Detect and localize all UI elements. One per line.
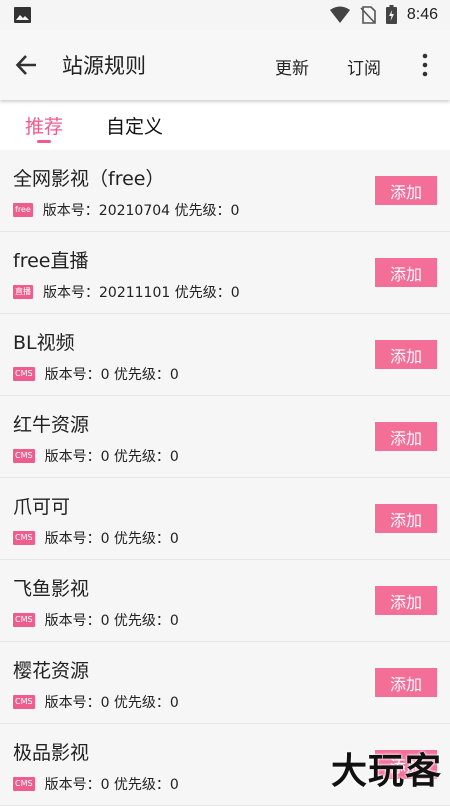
app-bar: 站源规则 更新 订阅	[0, 30, 450, 100]
source-type-badge: CMS	[13, 777, 35, 791]
source-name: 飞鱼影视	[13, 578, 90, 600]
source-name: 爪可可	[13, 496, 71, 518]
watermark-logo: 大玩客	[330, 751, 442, 792]
source-type-badge: CMS	[13, 449, 35, 463]
source-name: 樱花资源	[13, 660, 90, 682]
update-button[interactable]: 更新	[275, 54, 309, 79]
list-item[interactable]: BL视频 CMS 版本号：0 优先级：0 添加	[0, 314, 450, 396]
source-name: free直播	[13, 250, 89, 272]
tab-indicator	[37, 140, 51, 143]
add-button[interactable]: 添加	[375, 422, 437, 451]
source-meta: 版本号：0 优先级：0	[44, 367, 179, 383]
add-button[interactable]: 添加	[375, 586, 437, 615]
status-bar: 8:46	[0, 0, 450, 30]
source-meta: 版本号：20210704 优先级：0	[42, 203, 240, 219]
tab-bar: 推荐 自定义	[0, 100, 450, 150]
source-name: 全网影视（free）	[13, 168, 165, 190]
source-name: 红牛资源	[13, 414, 90, 436]
list-item[interactable]: 全网影视（free） free 版本号：20210704 优先级：0 添加	[0, 150, 450, 232]
source-meta: 版本号：20211101 优先级：0	[43, 285, 240, 301]
no-sim-icon	[360, 5, 376, 24]
source-type-badge: free	[13, 203, 33, 217]
add-button[interactable]: 添加	[375, 340, 437, 369]
source-meta: 版本号：0 优先级：0	[44, 695, 179, 711]
add-button[interactable]: 添加	[375, 258, 437, 287]
source-meta: 版本号：0 优先级：0	[44, 777, 179, 793]
more-options-icon[interactable]	[418, 52, 432, 78]
source-type-badge: CMS	[13, 367, 35, 381]
subscribe-button[interactable]: 订阅	[347, 54, 381, 79]
wifi-icon	[329, 6, 350, 23]
source-type-badge: CMS	[13, 531, 35, 545]
status-time: 8:46	[406, 5, 438, 23]
source-type-badge: 直播	[13, 285, 33, 299]
add-button[interactable]: 添加	[375, 668, 437, 697]
image-icon	[14, 7, 31, 23]
source-name: BL视频	[13, 332, 75, 354]
page-title: 站源规则	[62, 54, 146, 78]
source-name: 极品影视	[13, 742, 90, 764]
list-item[interactable]: 飞鱼影视 CMS 版本号：0 优先级：0 添加	[0, 560, 450, 642]
add-button[interactable]: 添加	[375, 176, 437, 205]
list-item[interactable]: 爪可可 CMS 版本号：0 优先级：0 添加	[0, 478, 450, 560]
source-meta: 版本号：0 优先级：0	[44, 531, 179, 547]
source-meta: 版本号：0 优先级：0	[44, 449, 179, 465]
battery-charging-icon	[385, 5, 397, 24]
list-item[interactable]: free直播 直播 版本号：20211101 优先级：0 添加	[0, 232, 450, 314]
tab-custom[interactable]: 自定义	[106, 112, 163, 139]
source-type-badge: CMS	[13, 613, 35, 627]
list-item[interactable]: 樱花资源 CMS 版本号：0 优先级：0 添加	[0, 642, 450, 724]
source-list: 全网影视（free） free 版本号：20210704 优先级：0 添加 fr…	[0, 150, 450, 806]
tab-recommended[interactable]: 推荐	[25, 112, 63, 139]
add-button[interactable]: 添加	[375, 504, 437, 533]
source-meta: 版本号：0 优先级：0	[44, 613, 179, 629]
source-type-badge: CMS	[13, 695, 35, 709]
back-arrow-icon[interactable]	[14, 52, 40, 78]
list-item[interactable]: 红牛资源 CMS 版本号：0 优先级：0 添加	[0, 396, 450, 478]
